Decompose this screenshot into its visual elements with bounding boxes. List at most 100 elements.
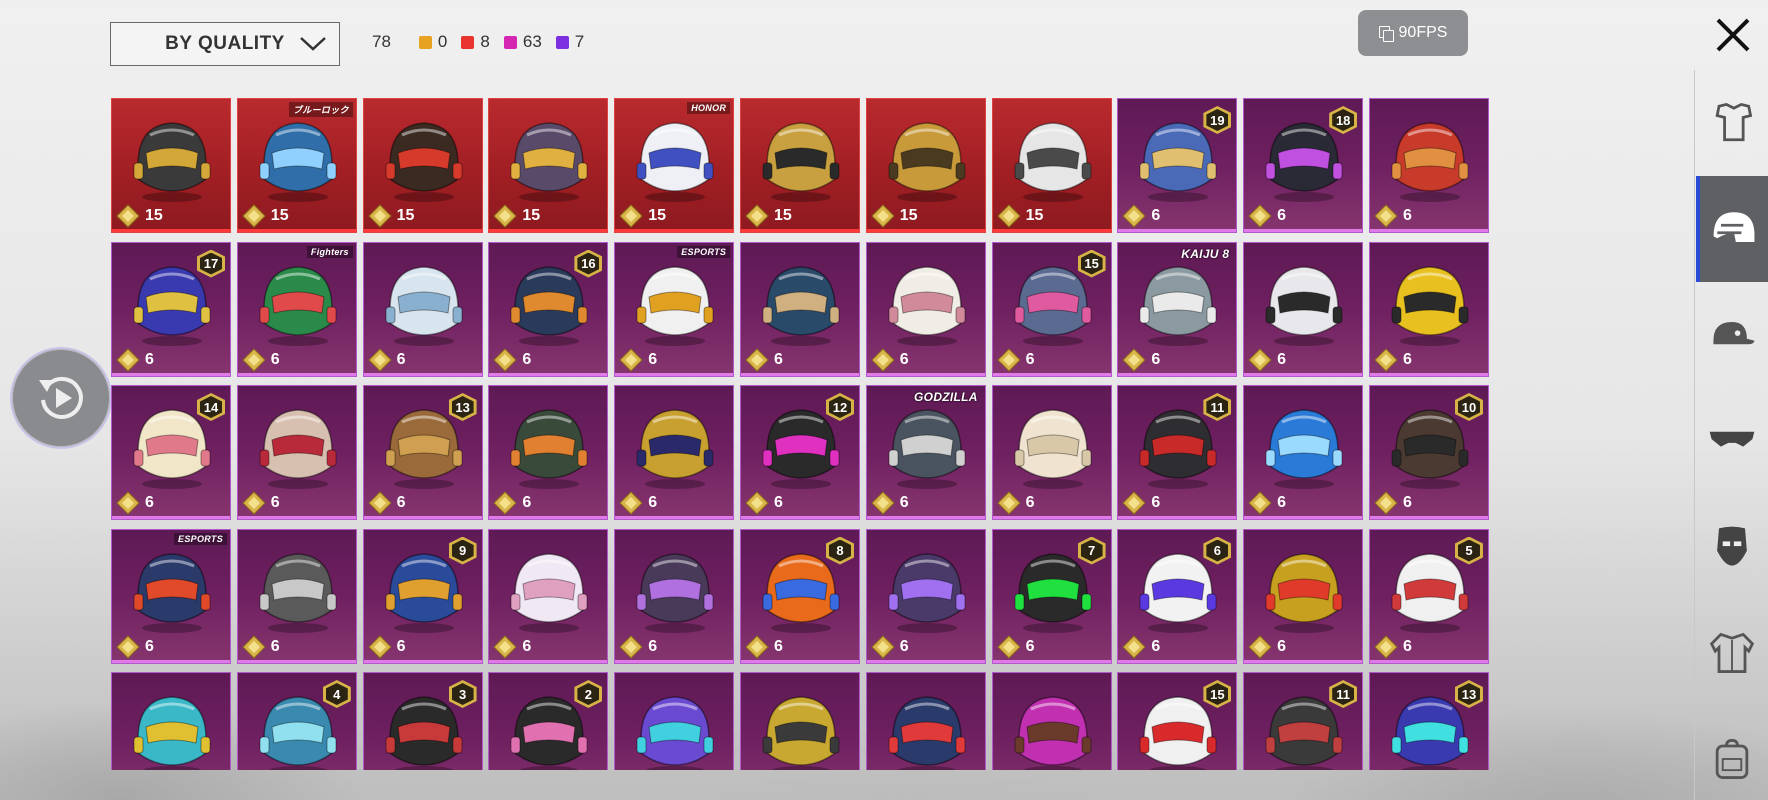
helmet-tile[interactable]: 6 <box>488 385 609 520</box>
helmet-tile[interactable]: 13 6 <box>362 385 483 520</box>
helmet-tile[interactable] <box>614 672 735 770</box>
helmet-tile[interactable]: 6 <box>1243 385 1364 520</box>
side-tab-eyewear[interactable] <box>1696 388 1768 494</box>
helmet-tile[interactable]: 16 6 <box>488 241 609 377</box>
diamond-points-icon <box>745 347 769 372</box>
collab-tag: Fighters <box>306 245 353 258</box>
diamond-points-icon <box>493 204 518 228</box>
helmet-tile[interactable] <box>111 672 231 770</box>
helmet-icon <box>888 122 966 202</box>
helmet-tile[interactable]: 6 <box>236 385 357 520</box>
helmet-tile[interactable]: 5 6 <box>1368 528 1489 664</box>
helmet-icon <box>636 552 714 633</box>
diamond-points-icon <box>996 634 1021 659</box>
sunglasses-icon <box>1709 431 1755 447</box>
helmet-tile[interactable]: 6 <box>739 241 860 377</box>
level-badge-value: 14 <box>200 396 222 418</box>
helmet-tile[interactable]: 6 <box>1243 241 1364 377</box>
helmet-tile[interactable]: 6 <box>614 385 735 520</box>
helmet-tile[interactable]: 11 <box>1243 672 1364 770</box>
side-tab-backpack[interactable] <box>1696 706 1768 800</box>
close-icon[interactable] <box>1708 10 1758 60</box>
helmet-tile[interactable]: 6 6 <box>1117 528 1238 664</box>
helmet-tile[interactable]: 15 <box>111 98 231 233</box>
helmet-tile[interactable]: 15 <box>865 98 986 233</box>
helmet-tile[interactable]: 6 <box>1243 528 1364 664</box>
helmet-tile[interactable]: 7 6 <box>991 528 1112 664</box>
legendary-count: 0 <box>418 32 447 52</box>
helmet-tile[interactable]: 15 <box>991 98 1112 233</box>
helmet-tile[interactable]: 6 <box>1368 241 1489 377</box>
helmet-tile[interactable] <box>739 672 860 770</box>
helmet-tile[interactable]: 6 <box>1368 98 1489 233</box>
points-value: 6 <box>773 637 783 655</box>
helmet-tile[interactable] <box>991 672 1112 770</box>
collab-tag: GODZILLA <box>914 390 978 404</box>
points-value: 15 <box>270 207 289 224</box>
side-tab-hat[interactable] <box>1696 282 1768 388</box>
side-tab-outfit[interactable] <box>1696 70 1768 176</box>
helmet-tile[interactable]: 6 <box>488 528 609 664</box>
helmet-tile[interactable]: 14 6 <box>111 385 231 520</box>
helmet-tile[interactable]: KAIJU 8 6 <box>1117 241 1238 377</box>
points-value: 6 <box>1151 494 1161 511</box>
helmet-tile[interactable]: GODZILLA 6 <box>865 385 986 520</box>
points-value: 6 <box>396 494 406 511</box>
helmet-tile[interactable]: 17 6 <box>111 241 231 377</box>
side-tab-jacket[interactable] <box>1696 600 1768 706</box>
helmet-tile[interactable]: 6 <box>865 528 986 664</box>
side-tab-helmet[interactable] <box>1696 176 1768 282</box>
helmet-tile[interactable]: 4 <box>236 672 357 770</box>
points-value: 6 <box>1277 350 1287 368</box>
helmet-icon <box>1265 265 1343 346</box>
helmet-tile[interactable]: ESPORTS 6 <box>111 528 231 664</box>
helmet-tile[interactable]: 15 <box>1117 672 1238 770</box>
helmet-tile[interactable]: 8 6 <box>739 528 860 664</box>
helmet-icon <box>133 122 211 202</box>
level-badge-value: 15 <box>1080 252 1103 275</box>
score-points: 6 <box>1248 347 1287 372</box>
helmet-tile[interactable]: 6 <box>236 528 357 664</box>
score-points: 6 <box>996 491 1034 515</box>
helmet-tile[interactable]: 15 6 <box>991 241 1112 377</box>
points-value: 6 <box>270 637 280 655</box>
points-value: 6 <box>1151 637 1161 655</box>
helmet-tile[interactable]: ブルーロック 15 <box>236 98 357 233</box>
helmet-tile[interactable]: 11 6 <box>1117 385 1238 520</box>
helmet-tile[interactable]: 3 <box>362 672 483 770</box>
diamond-points-icon <box>367 204 392 228</box>
helmet-tile[interactable]: 15 <box>488 98 609 233</box>
helmet-tile[interactable]: 6 <box>614 528 735 664</box>
fps-button[interactable]: 90FPS <box>1358 10 1468 56</box>
diamond-points-icon <box>871 491 895 515</box>
helmet-tile[interactable]: 13 <box>1368 672 1489 770</box>
helmet-tile[interactable]: 6 <box>865 241 986 377</box>
helmet-tile[interactable]: 15 <box>739 98 860 233</box>
points-value: 15 <box>522 207 541 224</box>
helmet-tile[interactable]: 18 6 <box>1243 98 1364 233</box>
side-tab-mask[interactable] <box>1696 494 1768 600</box>
helmet-tile[interactable]: ESPORTS 6 <box>614 241 735 377</box>
legendary-swatch <box>418 35 432 49</box>
collab-tag: ブルーロック <box>288 102 353 117</box>
diamond-points-icon <box>1122 204 1147 228</box>
points-value: 6 <box>1151 207 1161 224</box>
helmet-tile[interactable]: 15 <box>362 98 483 233</box>
score-points: 6 <box>1374 634 1412 659</box>
helmet-icon <box>636 409 714 489</box>
helmet-tile[interactable] <box>865 672 986 770</box>
helmet-tile[interactable]: Fighters 6 <box>236 241 357 377</box>
replay-button[interactable] <box>10 347 112 449</box>
helmet-tile[interactable]: 6 <box>362 241 483 377</box>
helmet-tile[interactable]: 2 <box>488 672 609 770</box>
helmet-tile[interactable]: 10 6 <box>1368 385 1489 520</box>
score-points: 6 <box>1374 347 1412 372</box>
sort-dropdown[interactable]: BY QUALITY <box>110 22 340 66</box>
helmet-tile[interactable]: 12 6 <box>739 385 860 520</box>
points-value: 6 <box>1277 494 1287 511</box>
helmet-tile[interactable]: 19 6 <box>1117 98 1238 233</box>
helmet-tile[interactable]: 6 <box>991 385 1112 520</box>
diamond-points-icon <box>1122 491 1147 515</box>
helmet-tile[interactable]: 9 6 <box>362 528 483 664</box>
helmet-tile[interactable]: HONOR 15 <box>614 98 735 233</box>
